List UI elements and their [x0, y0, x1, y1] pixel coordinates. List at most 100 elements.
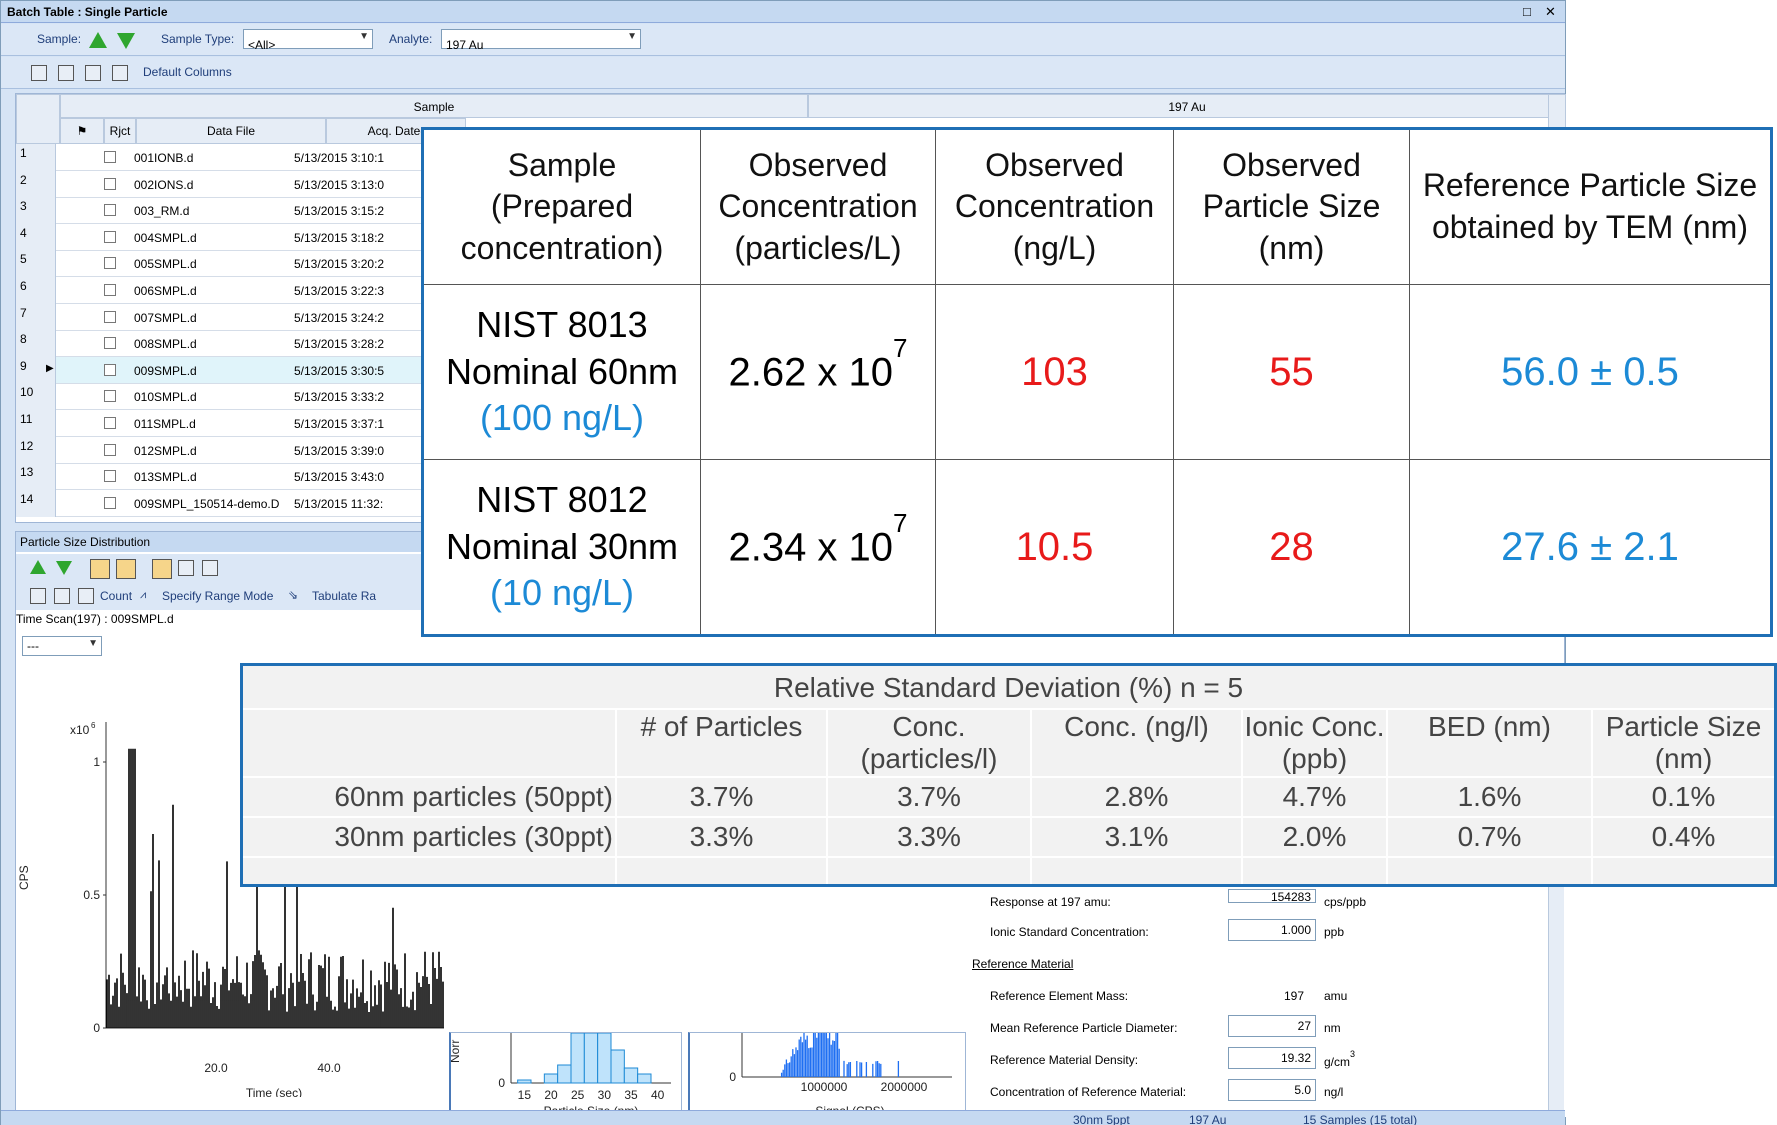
restore-icon[interactable]: □ [1523, 4, 1531, 19]
row1-tem: 56.0 ± 0.5 [1410, 285, 1770, 460]
rsd-row1-value: 3.7% [689, 781, 754, 812]
ref-density-field[interactable]: 19.32 [1228, 1047, 1316, 1069]
method-parameters-panel: Response at 197 amu: 154283 cps/ppb Ioni… [966, 877, 1566, 1117]
row2-sample-line2: Nominal 30nm [445, 525, 679, 567]
y-exponent-label: 6 [91, 721, 96, 730]
reject-checkbox[interactable] [104, 470, 116, 483]
reject-checkbox[interactable] [104, 177, 116, 190]
arrow-down-icon[interactable] [117, 33, 135, 49]
rsd-title: Relative Standard Deviation (%) n = 5 [773, 672, 1244, 703]
rsd-row1-label: 60nm particles (50ppt) [334, 781, 613, 812]
acq-date-cell: 5/13/2015 3:22:3 [294, 284, 385, 298]
close-icon[interactable]: ✕ [1545, 4, 1556, 20]
acq-date-cell: 5/13/2015 3:43:0 [294, 470, 385, 485]
row1-conc-base: 2.62 x 10 [728, 350, 894, 395]
reject-checkbox[interactable] [104, 390, 116, 403]
row2-sample-line3: (10 ng/L) [489, 572, 635, 614]
reject-checkbox[interactable] [104, 417, 116, 429]
data-file-cell: 005SMPL.d [134, 257, 197, 272]
acq-date-cell: 5/13/2015 3:10:1 [294, 151, 385, 165]
analyte-label: Analyte: [389, 32, 433, 46]
chart-icon[interactable] [54, 588, 70, 604]
data-file-cell: 012SMPL.d [134, 443, 197, 458]
histogram-icon[interactable] [116, 559, 136, 579]
row1-conc-exponent: 7 [893, 332, 908, 363]
row-number: 6 [16, 277, 56, 304]
histogram-bar [570, 1032, 585, 1084]
ref-density-unit-text: g/cm [1324, 1055, 1351, 1069]
current-row-icon: ▶ [46, 362, 54, 374]
analyte-select[interactable]: 197 Au ▼ [441, 29, 641, 52]
row2-sample: NIST 8012 Nominal 30nm (10 ng/L) [424, 460, 701, 634]
histogram-icon[interactable] [90, 559, 110, 579]
arrow-up-icon[interactable] [30, 560, 46, 574]
x-axis-label: Time (sec) [246, 1086, 302, 1097]
row-number: 13 [16, 463, 56, 491]
row1-sample-line2: Nominal 60nm [445, 350, 679, 392]
ref-diameter-field[interactable]: 27 [1228, 1015, 1316, 1037]
column-layout-icon[interactable] [112, 65, 128, 81]
reject-checkbox[interactable] [104, 257, 116, 270]
status-samples: 15 Samples (15 total) [1303, 1113, 1418, 1125]
rsd-row2-label: 30nm particles (30ppt) [334, 821, 613, 852]
signal-distribution [780, 1033, 900, 1077]
fit-width-icon[interactable] [178, 560, 194, 576]
reject-checkbox[interactable] [104, 496, 116, 509]
zoom-icon[interactable] [152, 559, 172, 579]
reject-checkbox[interactable] [104, 310, 116, 323]
ref-conc-field[interactable]: 5.0 [1228, 1079, 1316, 1101]
arrow-up-icon[interactable] [89, 32, 107, 48]
y-tick-label: 0.5 [83, 888, 100, 902]
data-file-cell: 001IONB.d [134, 151, 194, 165]
rsd-row2-value: 2.0% [1282, 821, 1347, 852]
sample-type-select[interactable]: <All> ▼ [243, 29, 373, 52]
range-mode-button[interactable]: Specify Range Mode [162, 589, 273, 603]
ionic-std-field[interactable]: 1.000 [1228, 919, 1316, 941]
row2-conc-ng: 10.5 [936, 460, 1174, 634]
range-mode-icon: ⩘ [140, 589, 147, 601]
default-columns-button[interactable]: Default Columns [143, 65, 232, 79]
reject-checkbox[interactable] [104, 151, 116, 163]
row-number: 10 [16, 383, 56, 411]
reject-checkbox[interactable] [104, 284, 116, 296]
y-tick-label: 1 [93, 755, 100, 769]
flag-column-header[interactable]: ⚑ [60, 118, 104, 144]
column-layout-icon[interactable] [85, 65, 101, 81]
acq-date-cell: 5/13/2015 3:33:2 [294, 390, 385, 405]
data-file-cell: 011SMPL.d [134, 417, 196, 431]
x-tick-label: 40 [651, 1088, 665, 1102]
table-icon[interactable] [78, 588, 94, 604]
ref-mass-value: 197 [1284, 989, 1305, 1003]
count-button[interactable]: Count [100, 589, 132, 603]
histogram-bar [543, 1073, 559, 1084]
response-unit: cps/ppb [1324, 895, 1367, 909]
fit-height-icon[interactable] [202, 560, 218, 576]
chevron-down-icon: ▼ [627, 31, 637, 42]
chart-icon[interactable] [30, 588, 46, 604]
rsd-divider [243, 776, 1774, 778]
status-method: 30nm 5ppt [1073, 1113, 1130, 1125]
column-layout-icon[interactable] [58, 65, 74, 81]
row2-conc-base: 2.34 x 10 [728, 525, 894, 570]
column-layout-icon[interactable] [31, 65, 47, 81]
y-axis-label: Norr [451, 1040, 462, 1063]
reject-checkbox[interactable] [104, 204, 116, 217]
tabulate-button[interactable]: Tabulate Ra [312, 589, 376, 603]
arrow-down-icon[interactable] [56, 561, 72, 575]
psd-title: Particle Size Distribution [16, 532, 476, 552]
rjct-column-header[interactable]: Rjct [104, 118, 136, 144]
reject-checkbox[interactable] [104, 443, 116, 456]
data-file-cell: 013SMPL.d [134, 470, 197, 485]
response-field[interactable]: 154283 [1228, 889, 1316, 904]
group-header-analyte: 197 Au [808, 94, 1566, 118]
reject-checkbox[interactable] [104, 363, 116, 376]
data-file-cell: 009SMPL.d [134, 363, 197, 378]
reject-checkbox[interactable] [104, 337, 116, 350]
method-scrollbar[interactable] [1548, 877, 1564, 1112]
datafile-column-header[interactable]: Data File [136, 118, 326, 144]
scan-label: Time Scan(197) : 009SMPL.d [16, 612, 174, 626]
ref-density-exponent: 3 [1350, 1049, 1356, 1059]
row2-conc-particles-value: 2.34 x 107 [728, 508, 907, 573]
scan-select[interactable]: --- ▼ [22, 636, 102, 656]
reject-checkbox[interactable] [104, 230, 116, 243]
